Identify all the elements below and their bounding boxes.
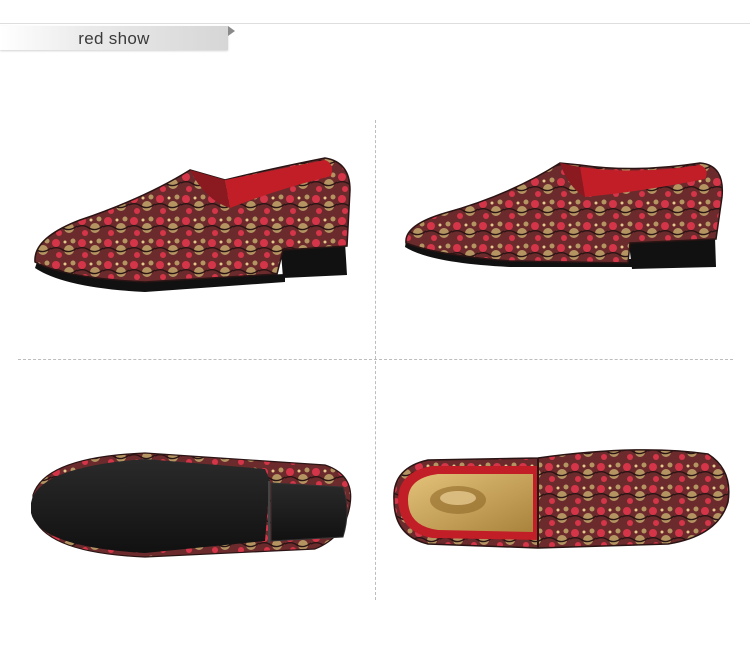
top-rule bbox=[0, 23, 750, 24]
loafer-side-right-photo bbox=[405, 162, 724, 269]
loafer-top-photo bbox=[393, 449, 730, 549]
horizontal-divider bbox=[18, 359, 733, 360]
tab-arrow-icon bbox=[228, 26, 235, 36]
section-header-tab: red show bbox=[0, 26, 228, 50]
loafer-side-left-photo bbox=[34, 157, 351, 292]
section-title: red show bbox=[78, 29, 150, 48]
loafer-sole-photo bbox=[31, 452, 352, 558]
vertical-divider bbox=[375, 120, 376, 600]
